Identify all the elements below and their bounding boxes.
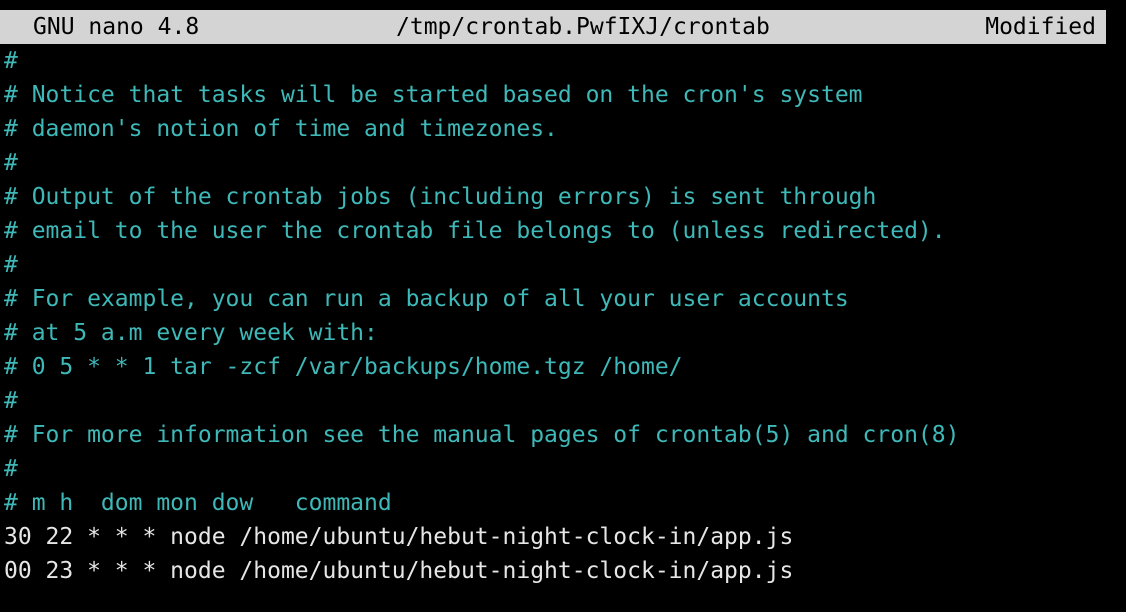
- comment-line[interactable]: # For more information see the manual pa…: [4, 418, 959, 452]
- comment-line[interactable]: # Notice that tasks will be started base…: [4, 78, 959, 112]
- comment-line[interactable]: # email to the user the crontab file bel…: [4, 214, 959, 248]
- file-path: /tmp/crontab.PwfIXJ/crontab: [396, 14, 770, 40]
- modified-status: Modified: [985, 14, 1096, 40]
- comment-line[interactable]: # m h dom mon dow command: [4, 486, 959, 520]
- comment-line[interactable]: # daemon's notion of time and timezones.: [4, 112, 959, 146]
- cron-entry-line[interactable]: 00 23 * * * node /home/ubuntu/hebut-nigh…: [4, 554, 959, 588]
- editor-name: GNU nano 4.8: [33, 14, 200, 40]
- editor-buffer[interactable]: # # Notice that tasks will be started bas…: [4, 44, 959, 588]
- nano-title-bar: GNU nano 4.8 /tmp/crontab.PwfIXJ/crontab…: [0, 10, 1106, 44]
- comment-line[interactable]: # 0 5 * * 1 tar -zcf /var/backups/home.t…: [4, 350, 959, 384]
- comment-line[interactable]: # For example, you can run a backup of a…: [4, 282, 959, 316]
- cron-entry-line[interactable]: 30 22 * * * node /home/ubuntu/hebut-nigh…: [4, 520, 959, 554]
- comment-line[interactable]: #: [4, 44, 959, 78]
- comment-line[interactable]: #: [4, 452, 959, 486]
- comment-line[interactable]: #: [4, 146, 959, 180]
- comment-line[interactable]: #: [4, 248, 959, 282]
- comment-line[interactable]: #: [4, 384, 959, 418]
- comment-line[interactable]: # at 5 a.m every week with:: [4, 316, 959, 350]
- comment-line[interactable]: # Output of the crontab jobs (including …: [4, 180, 959, 214]
